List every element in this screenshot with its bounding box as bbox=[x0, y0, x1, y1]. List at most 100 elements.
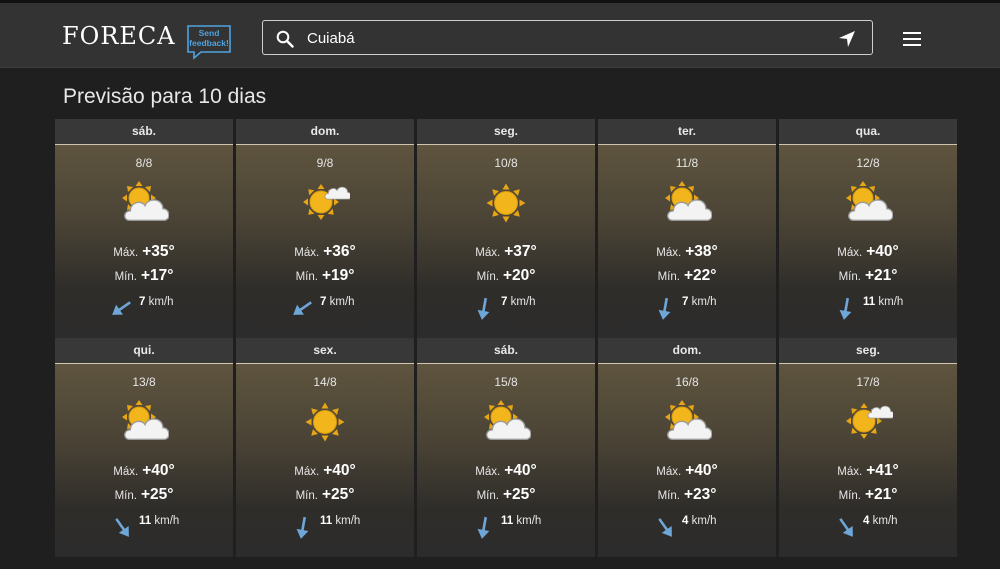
partly-cloudy-icon bbox=[122, 400, 169, 440]
wind-speed: 7 km/h bbox=[320, 296, 355, 308]
wind: 7 km/h bbox=[598, 295, 776, 321]
max-temp: Máx. +38° bbox=[598, 243, 776, 261]
day-name: ter. bbox=[598, 119, 776, 144]
wind-speed-value: 4 bbox=[682, 515, 689, 527]
day-name: seg. bbox=[779, 338, 957, 363]
wind-speed: 11 km/h bbox=[320, 515, 360, 527]
wind-speed-value: 11 bbox=[863, 296, 876, 308]
min-temp: Mín. +25° bbox=[236, 486, 414, 504]
wind-direction-arrow-icon bbox=[477, 297, 490, 320]
wind-speed-value: 11 bbox=[320, 515, 333, 527]
min-temp-value: +25° bbox=[502, 486, 536, 503]
day-card[interactable]: seg. 10/8 Máx. +37° Mín. +20° 7 km/h bbox=[417, 119, 595, 338]
max-label: Máx. bbox=[113, 466, 139, 478]
day-name: dom. bbox=[236, 119, 414, 144]
partly-cloudy-icon bbox=[665, 181, 712, 221]
wind-speed: 7 km/h bbox=[682, 296, 717, 308]
wind-direction-arrow-icon bbox=[658, 297, 671, 320]
max-label: Máx. bbox=[837, 466, 863, 478]
wind-direction-arrow-icon bbox=[477, 516, 490, 539]
day-body: 10/8 Máx. +37° Mín. +20° 7 km/h bbox=[417, 144, 595, 338]
min-label: Mín. bbox=[295, 271, 318, 283]
max-temp: Máx. +40° bbox=[55, 462, 233, 480]
max-label: Máx. bbox=[837, 247, 863, 259]
max-label: Máx. bbox=[475, 466, 501, 478]
day-name: seg. bbox=[417, 119, 595, 144]
min-label: Mín. bbox=[838, 490, 861, 502]
wind-speed-value: 7 bbox=[320, 296, 327, 308]
day-name: qui. bbox=[55, 338, 233, 363]
day-body: 11/8 Máx. +38° Mín. +22° 7 km/h bbox=[598, 144, 776, 338]
day-date: 15/8 bbox=[494, 375, 518, 389]
location-arrow-icon[interactable] bbox=[838, 30, 856, 48]
wind-direction-arrow-icon bbox=[839, 297, 852, 320]
forecast-grid: sáb. 8/8 Máx.+35° Mín.+17° 7 km/h dom. bbox=[55, 119, 957, 557]
max-label: Máx. bbox=[294, 247, 320, 259]
mostly-sunny-icon bbox=[303, 184, 350, 220]
hamburger-menu-icon[interactable] bbox=[903, 32, 921, 46]
mostly-sunny-icon bbox=[846, 403, 893, 439]
day-card[interactable]: sex. 14/8 Máx. +40° Mín. +25° 11 km/h bbox=[236, 338, 414, 557]
search-input[interactable] bbox=[307, 27, 807, 49]
wind: 4 km/h bbox=[779, 514, 957, 540]
wind-unit: km/h bbox=[516, 515, 542, 527]
min-label: Mín. bbox=[114, 490, 137, 502]
min-label: Mín. bbox=[657, 271, 680, 283]
day-body: 17/8 Máx. +41° Mín. +21° 4 km/h bbox=[779, 363, 957, 557]
max-temp-value: +40° bbox=[685, 462, 718, 479]
wind-unit: km/h bbox=[335, 515, 361, 527]
wind-unit: km/h bbox=[154, 515, 180, 527]
day-card[interactable]: seg. 17/8 Máx. +41° Mín. +21° 4 km/h bbox=[779, 338, 957, 557]
max-temp-value: +36° bbox=[323, 243, 356, 260]
day-card[interactable]: qua. 12/8 Máx. +40° Mín. +21° 11 km/h bbox=[779, 119, 957, 338]
wind: 11 km/h bbox=[779, 295, 957, 321]
min-temp-value: +25° bbox=[140, 486, 174, 503]
max-temp: Máx. +41° bbox=[779, 462, 957, 480]
min-label: Mín. bbox=[838, 271, 861, 283]
day-card[interactable]: ter. 11/8 Máx. +38° Mín. +22° 7 km/h bbox=[598, 119, 776, 338]
day-date: 10/8 bbox=[494, 156, 518, 170]
max-label: Máx. bbox=[656, 247, 682, 259]
wind-unit: km/h bbox=[510, 296, 536, 308]
min-label: Mín. bbox=[295, 490, 318, 502]
day-card[interactable]: sáb. 8/8 Máx. +35° Mín. +17° 7 km/h bbox=[55, 119, 233, 338]
wind-direction-arrow-icon bbox=[658, 518, 672, 537]
day-name: sáb. bbox=[417, 338, 595, 363]
wind-speed-value: 11 bbox=[139, 515, 152, 527]
max-temp: Máx. +36° bbox=[236, 243, 414, 261]
min-temp-value: +23° bbox=[683, 486, 717, 503]
wind: 7 km/h bbox=[417, 295, 595, 321]
foreca-logo[interactable]: FORECA bbox=[62, 22, 176, 50]
min-temp-value: +17° bbox=[140, 267, 174, 284]
wind: 11 km/h bbox=[236, 514, 414, 540]
day-card[interactable]: sáb. 15/8 Máx. +40° Mín. +25° 11 km/h bbox=[417, 338, 595, 557]
day-date: 16/8 bbox=[675, 375, 699, 389]
wind-speed-value: 7 bbox=[139, 296, 146, 308]
max-temp-value: +40° bbox=[866, 243, 899, 260]
wind-speed: 7 km/h bbox=[139, 296, 174, 308]
day-name: qua. bbox=[779, 119, 957, 144]
max-temp: Máx. +35° bbox=[55, 243, 233, 261]
wind-direction-arrow-icon bbox=[112, 301, 131, 315]
forecast-row: qui. 13/8 Máx.+40° Mín.+25° 11 km/h se bbox=[55, 338, 957, 557]
location-search-box[interactable] bbox=[262, 20, 873, 55]
min-temp: Mín. +25° bbox=[55, 486, 233, 504]
min-temp: Mín. +20° bbox=[417, 267, 595, 285]
day-card[interactable]: qui. 13/8 Máx. +40° Mín. +25° 11 km/h bbox=[55, 338, 233, 557]
wind: 4 km/h bbox=[598, 514, 776, 540]
min-label: Mín. bbox=[476, 271, 499, 283]
day-date: 14/8 bbox=[313, 375, 337, 389]
min-label: Mín. bbox=[476, 490, 499, 502]
day-card[interactable]: dom. 16/8 Máx. +40° Mín. +23° 4 km/h bbox=[598, 338, 776, 557]
wind-speed-value: 7 bbox=[682, 296, 689, 308]
wind: 11 km/h bbox=[55, 514, 233, 540]
wind-speed-value: 7 bbox=[501, 296, 508, 308]
day-body: 12/8 Máx. +40° Mín. +21° 11 km/h bbox=[779, 144, 957, 338]
search-icon[interactable] bbox=[276, 30, 294, 48]
min-temp-value: +21° bbox=[864, 486, 898, 503]
send-feedback-button[interactable]: Send feedback! bbox=[185, 24, 233, 60]
wind-speed: 11 km/h bbox=[139, 515, 179, 527]
day-card[interactable]: dom. 9/8 Máx. +36° Mín. +19° 7 km/h bbox=[236, 119, 414, 338]
wind-speed-value: 11 bbox=[501, 515, 514, 527]
day-date: 12/8 bbox=[856, 156, 880, 170]
